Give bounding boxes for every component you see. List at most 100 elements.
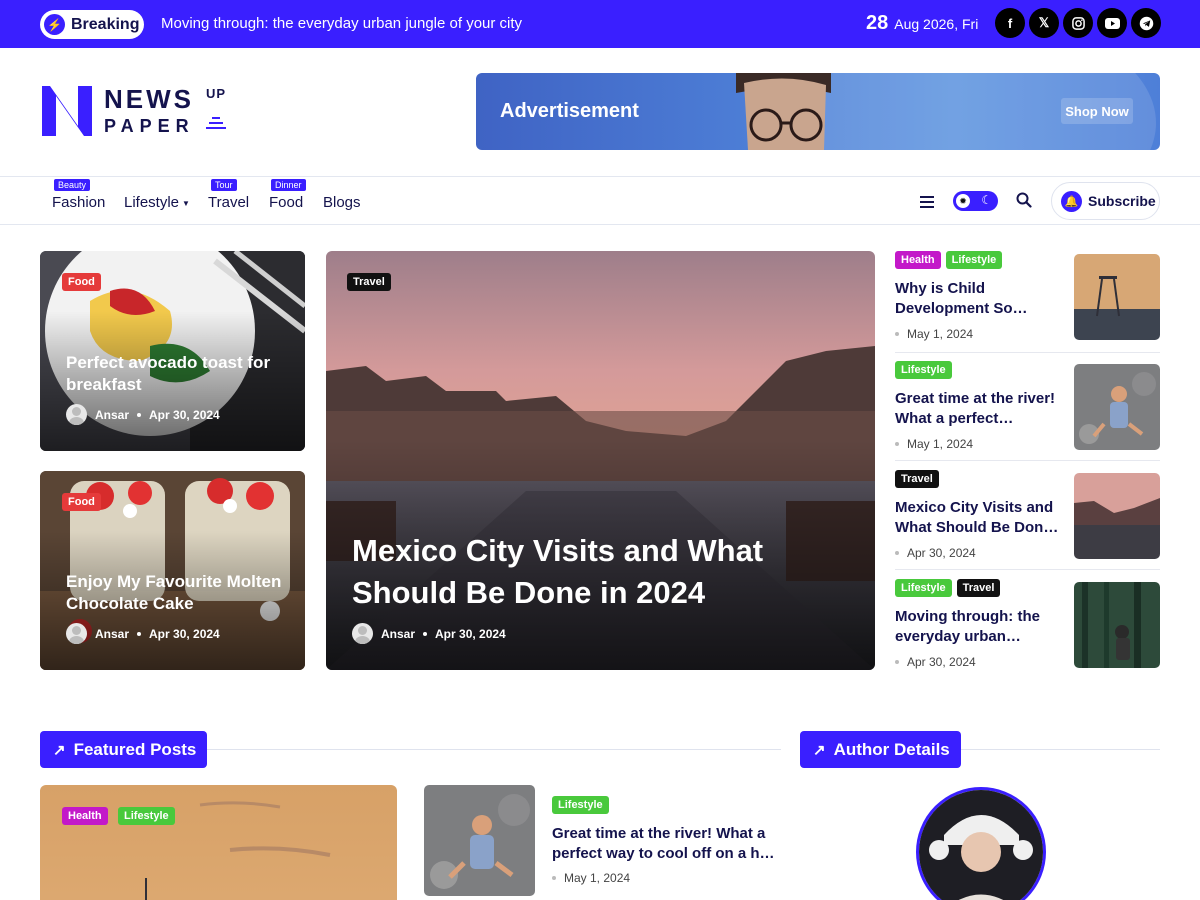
side-post-title[interactable]: Mexico City Visits and What Should Be Do… xyxy=(895,498,1060,538)
breaking-ticker-link[interactable]: Moving through: the everyday urban jungl… xyxy=(161,15,522,32)
category-badge-lifestyle[interactable]: Lifestyle xyxy=(945,251,1003,269)
instagram-icon[interactable] xyxy=(1063,8,1093,38)
side-post-thumbnail xyxy=(1074,582,1160,668)
current-date: 28 Aug 2026, Fri xyxy=(866,12,978,35)
breaking-button[interactable]: ⚡ Breaking xyxy=(40,10,144,39)
post-author[interactable]: Ansar xyxy=(95,627,129,641)
ad-person-image xyxy=(736,73,831,150)
social-links: f 𝕏 xyxy=(995,8,1161,38)
category-badge-lifestyle[interactable]: Lifestyle xyxy=(552,796,609,814)
category-badge-lifestyle[interactable]: Lifestyle xyxy=(118,807,175,825)
nav-tag-beauty: Beauty xyxy=(54,179,91,191)
side-post-title[interactable]: Why is Child Development So… xyxy=(895,279,1060,319)
avatar xyxy=(66,623,87,644)
theme-toggle[interactable]: ✹ ☾ xyxy=(953,191,998,211)
moon-icon: ☾ xyxy=(981,193,992,207)
nav-item-blogs[interactable]: Blogs xyxy=(323,194,361,211)
category-badge-lifestyle[interactable]: Lifestyle xyxy=(895,361,952,379)
shop-now-button[interactable]: Shop Now xyxy=(1061,98,1133,124)
arrow-up-right-icon: ↗ xyxy=(813,741,826,759)
nav-item-lifestyle[interactable]: Lifestyle ▼ xyxy=(124,194,190,211)
nav-tag-tour: Tour xyxy=(211,179,237,191)
category-badge-food[interactable]: Food xyxy=(62,493,101,511)
avatar xyxy=(352,623,373,644)
bolt-icon: ⚡ xyxy=(44,14,65,35)
post-author[interactable]: Ansar xyxy=(381,627,415,641)
post-author[interactable]: Ansar xyxy=(95,408,129,422)
arrow-up-right-icon: ↗ xyxy=(53,741,66,759)
post-meta: Ansar Apr 30, 2024 xyxy=(66,623,220,644)
featured-posts-heading: ↗ Featured Posts xyxy=(40,731,207,768)
side-post-date: Apr 30, 2024 xyxy=(895,655,976,669)
breaking-bar: ⚡ Breaking Moving through: the everyday … xyxy=(0,0,1200,48)
logo-word-up: UP xyxy=(206,86,227,101)
category-badge-travel[interactable]: Travel xyxy=(956,579,1001,597)
side-post-title[interactable]: Moving through: the everyday urban… xyxy=(895,607,1060,647)
side-post-thumbnail xyxy=(1074,473,1160,559)
featured-item-title[interactable]: Great time at the river! What a perfect … xyxy=(552,824,782,864)
logo-n-icon xyxy=(42,86,92,136)
advertisement-banner[interactable]: Advertisement Shop Now xyxy=(476,73,1160,150)
nav-item-travel[interactable]: Travel xyxy=(208,194,249,211)
subscribe-label: Subscribe xyxy=(1088,193,1156,209)
author-avatar[interactable] xyxy=(916,787,1046,900)
logo-word-paper: PAPER xyxy=(104,116,195,136)
telegram-icon[interactable] xyxy=(1131,8,1161,38)
featured-item-date: May 1, 2024 xyxy=(552,871,630,885)
logo-stack-icon xyxy=(206,117,226,129)
category-badge-lifestyle[interactable]: Lifestyle xyxy=(895,579,952,597)
post-card-mexico-city-hero[interactable]: Travel Mexico City Visits and What Shoul… xyxy=(326,251,875,670)
nav-tag-dinner: Dinner xyxy=(271,179,306,191)
post-card-avocado[interactable]: Food Perfect avocado toast for breakfast… xyxy=(40,251,305,451)
menu-icon[interactable] xyxy=(920,196,934,211)
facebook-icon[interactable]: f xyxy=(995,8,1025,38)
date-rest: Aug 2026, Fri xyxy=(894,16,979,32)
logo-word-news: NEWS xyxy=(104,84,194,114)
post-title[interactable]: Enjoy My Favourite Molten Chocolate Cake xyxy=(66,571,291,615)
category-badge-health[interactable]: Health xyxy=(62,807,108,825)
post-meta: Ansar Apr 30, 2024 xyxy=(352,623,506,644)
post-date: Apr 30, 2024 xyxy=(435,626,506,641)
search-icon[interactable] xyxy=(1016,192,1032,208)
side-post-title[interactable]: Great time at the river! What a perfect… xyxy=(895,389,1060,429)
author-photo xyxy=(919,790,1043,900)
side-post-river[interactable]: Lifestyle Great time at the river! What … xyxy=(895,361,1160,457)
youtube-icon[interactable] xyxy=(1097,8,1127,38)
post-title[interactable]: Mexico City Visits and What Should Be Do… xyxy=(352,530,812,614)
main-navigation: Beauty Fashion Lifestyle ▼ Tour Travel Di… xyxy=(0,176,1200,225)
post-card-molten-cake[interactable]: Food Enjoy My Favourite Molten Chocolate… xyxy=(40,471,305,670)
post-image xyxy=(145,801,331,900)
x-icon[interactable]: 𝕏 xyxy=(1029,8,1059,38)
side-post-date: Apr 30, 2024 xyxy=(895,546,976,560)
post-date: Apr 30, 2024 xyxy=(149,626,220,641)
date-day: 28 xyxy=(866,12,889,34)
category-badge-travel[interactable]: Travel xyxy=(895,470,939,488)
category-badge-travel[interactable]: Travel xyxy=(347,273,391,291)
featured-item-thumbnail[interactable] xyxy=(424,785,535,896)
side-post-child-development[interactable]: Health Lifestyle Why is Child Developmen… xyxy=(895,251,1160,347)
chevron-down-icon: ▼ xyxy=(182,198,190,208)
category-badge-food[interactable]: Food xyxy=(62,273,101,291)
nav-item-fashion[interactable]: Fashion xyxy=(52,194,105,211)
side-post-mexico-city[interactable]: Travel Mexico City Visits and What Shoul… xyxy=(895,470,1160,566)
post-title[interactable]: Perfect avocado toast for breakfast xyxy=(66,352,291,396)
avatar xyxy=(66,404,87,425)
post-meta: Ansar Apr 30, 2024 xyxy=(66,404,220,425)
side-post-thumbnail xyxy=(1074,364,1160,450)
nav-item-lifestyle-label: Lifestyle xyxy=(124,194,180,211)
side-post-date: May 1, 2024 xyxy=(895,327,973,341)
sun-icon: ✹ xyxy=(956,194,970,208)
breaking-label: Breaking xyxy=(71,15,140,33)
site-logo[interactable]: NEWS PAPER UP xyxy=(40,80,240,140)
side-post-urban-jungle[interactable]: Lifestyle Travel Moving through: the eve… xyxy=(895,579,1160,675)
author-details-heading: ↗ Author Details xyxy=(800,731,961,768)
featured-post-card[interactable]: Health Lifestyle xyxy=(40,785,397,900)
side-post-thumbnail xyxy=(1074,254,1160,340)
ad-label: Advertisement xyxy=(500,100,639,122)
side-post-date: May 1, 2024 xyxy=(895,437,973,451)
post-date: Apr 30, 2024 xyxy=(149,407,220,422)
bell-icon: 🔔 xyxy=(1061,190,1082,212)
category-badge-health[interactable]: Health xyxy=(895,251,941,269)
subscribe-button[interactable]: 🔔 Subscribe xyxy=(1051,182,1160,220)
nav-item-food[interactable]: Food xyxy=(269,194,303,211)
